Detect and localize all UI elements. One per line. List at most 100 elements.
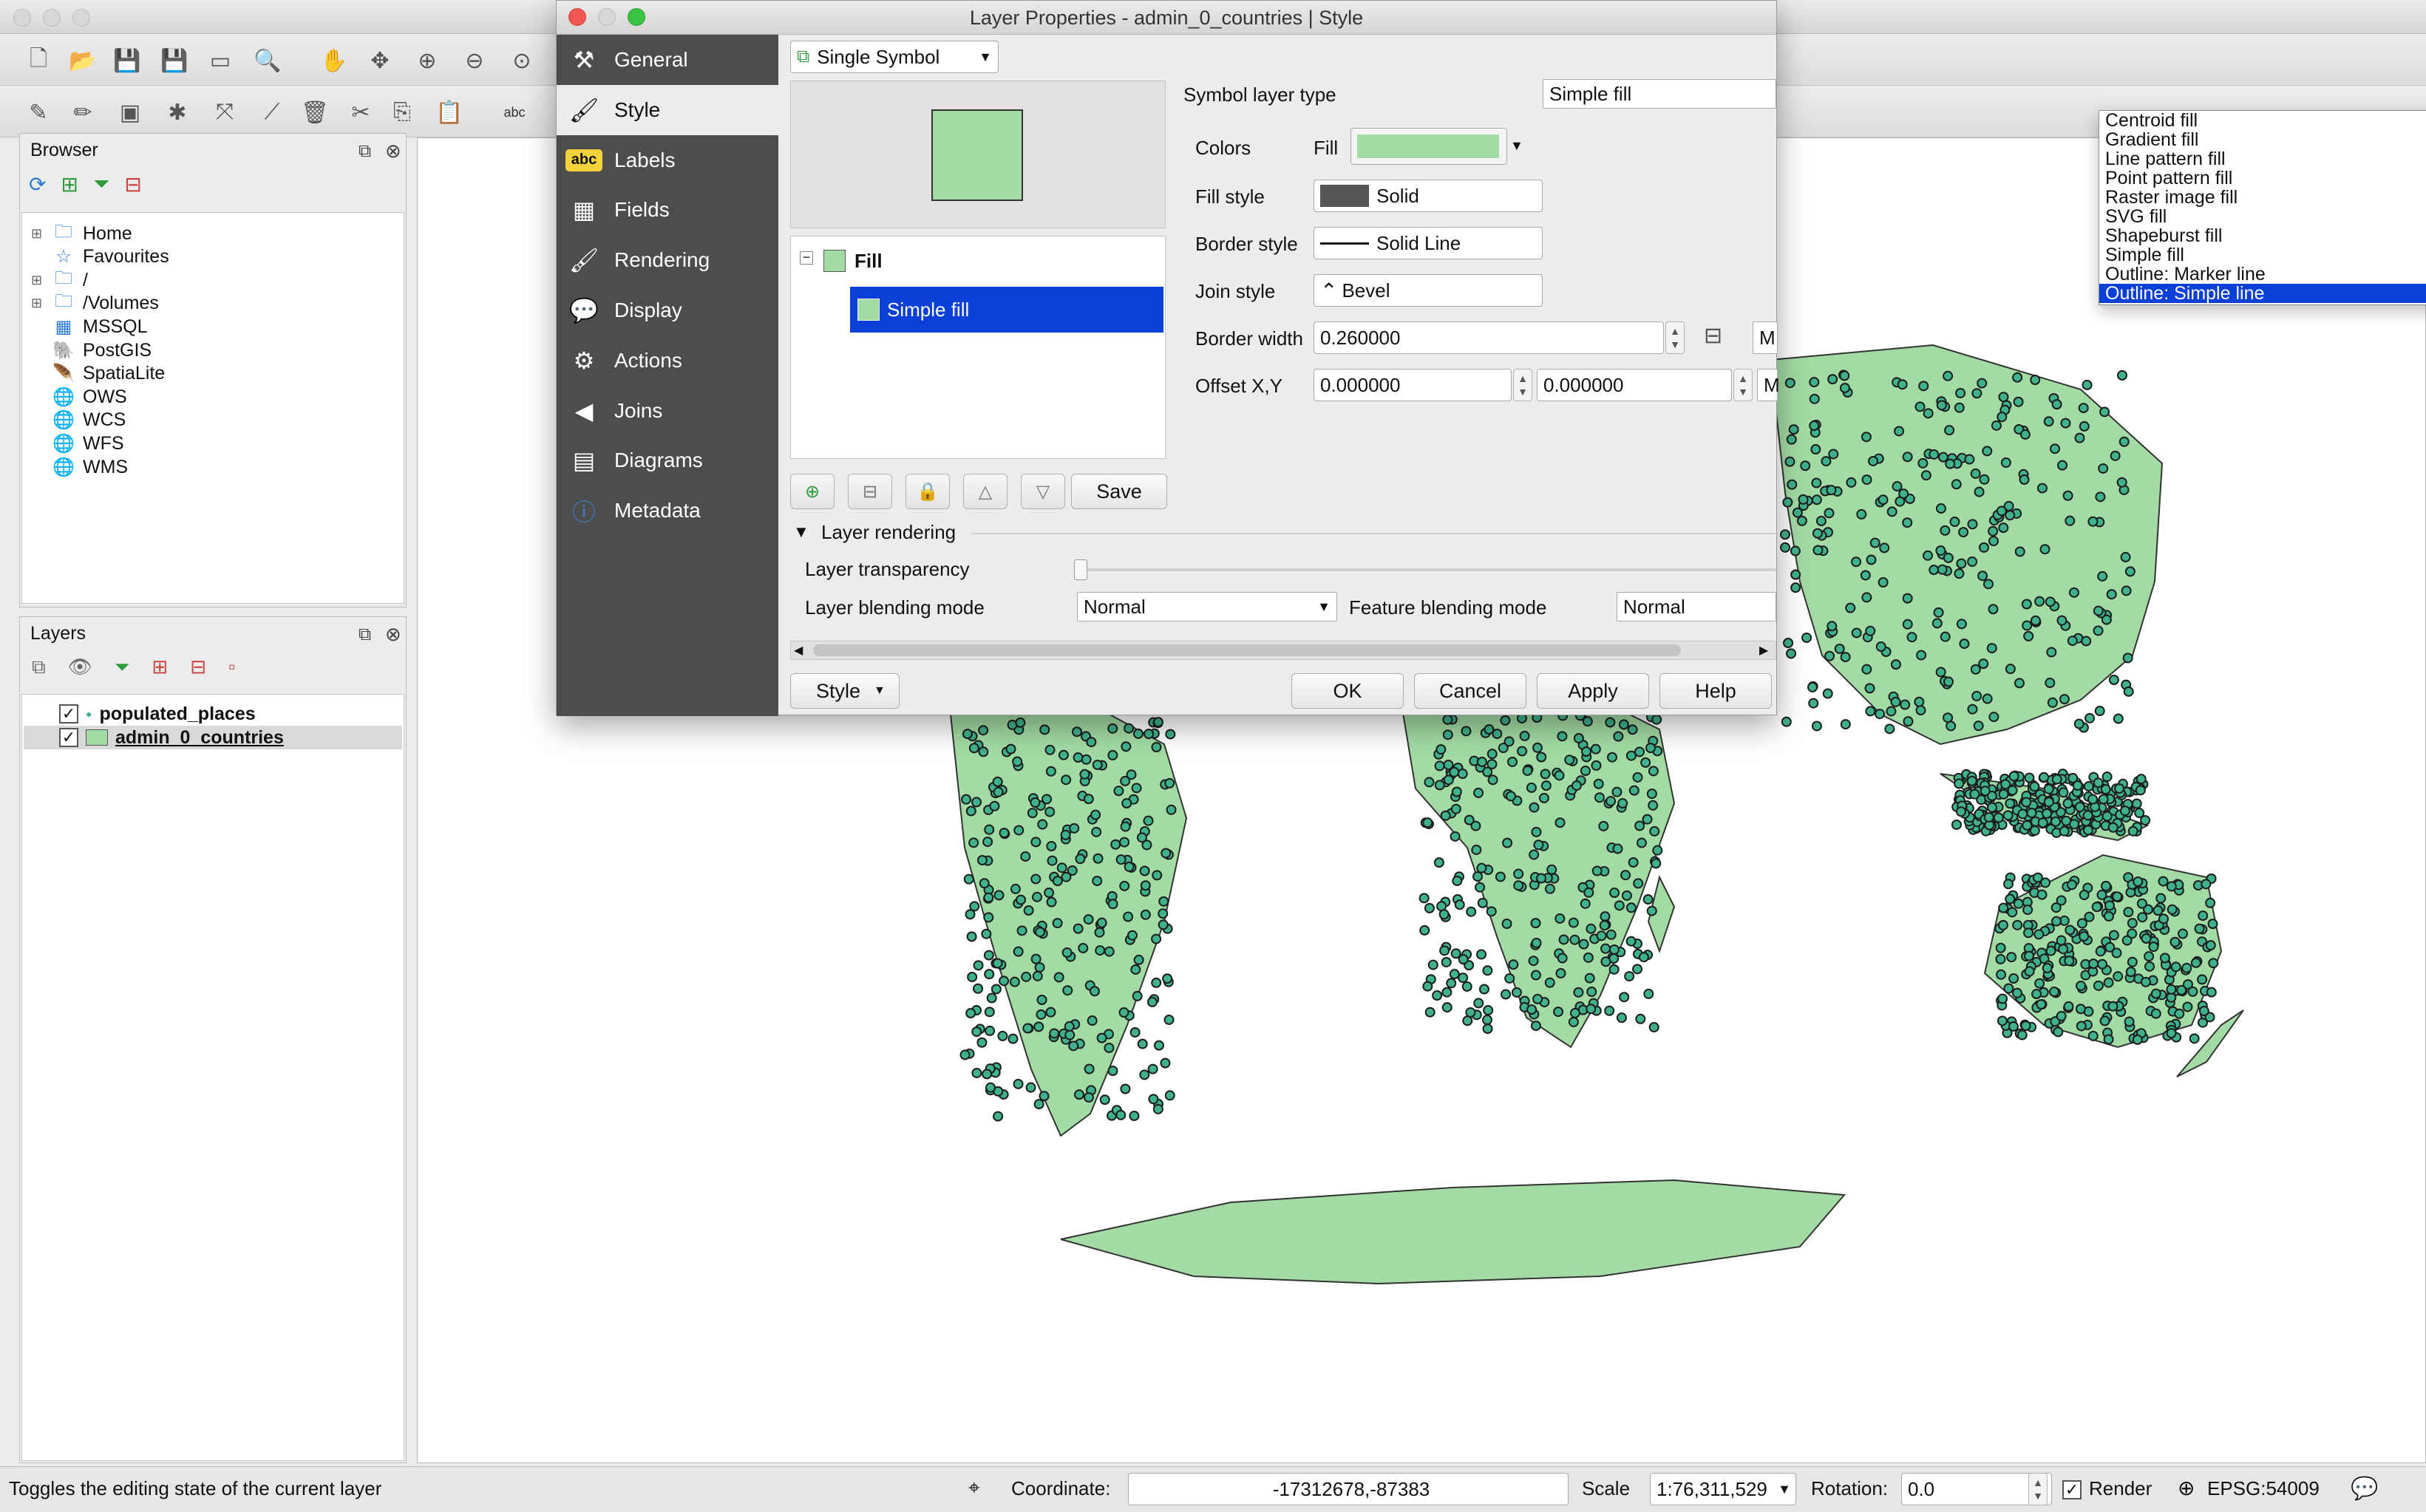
- data-defined-icon[interactable]: ⊟: [1704, 323, 1722, 349]
- dropdown-option[interactable]: Point pattern fill: [2099, 168, 2426, 188]
- save-project-icon[interactable]: 💾: [111, 44, 143, 77]
- browser-item[interactable]: 🌐 WCS: [31, 409, 126, 432]
- pan-map-icon[interactable]: ✋: [318, 44, 350, 77]
- add-symbol-layer-button[interactable]: ⊕: [790, 474, 835, 509]
- move-up-button[interactable]: △: [963, 474, 1008, 509]
- lock-layer-button[interactable]: 🔒: [905, 474, 950, 509]
- crs-label[interactable]: EPSG:54009: [2207, 1477, 2320, 1500]
- open-project-icon[interactable]: 📂: [67, 44, 99, 77]
- filter-icon[interactable]: ⏷: [93, 172, 109, 197]
- fill-color-menu-icon[interactable]: ▼: [1510, 138, 1523, 154]
- dropdown-option[interactable]: Outline: Marker line: [2099, 265, 2426, 284]
- ok-button[interactable]: OK: [1291, 673, 1404, 709]
- sidebar-item-style[interactable]: 🖌 Style: [557, 84, 778, 135]
- close-window-button[interactable]: [13, 9, 31, 27]
- cancel-button[interactable]: Cancel: [1414, 673, 1526, 709]
- manage-layers-icon[interactable]: ⧉: [32, 655, 46, 679]
- fill-style-combo[interactable]: Solid: [1314, 180, 1543, 212]
- remove-layer-icon[interactable]: ▫: [228, 655, 235, 679]
- layer-rendering-label[interactable]: Layer rendering: [821, 521, 956, 544]
- layer-blending-combo[interactable]: Normal ▼: [1077, 592, 1337, 622]
- messages-icon[interactable]: 💬: [2351, 1476, 2378, 1502]
- zoom-in-icon[interactable]: ⊕: [411, 44, 444, 77]
- collapse-all-icon[interactable]: ⊟: [124, 172, 141, 197]
- offset-unit-combo[interactable]: M: [1757, 369, 1780, 401]
- mouse-pointer-icon[interactable]: ⌖: [968, 1476, 980, 1500]
- new-project-icon[interactable]: 🗋: [22, 44, 55, 77]
- collapse-all-layers-icon[interactable]: ⊟: [190, 655, 206, 679]
- join-style-combo[interactable]: ⌃ Bevel: [1314, 274, 1543, 307]
- coordinate-field[interactable]: -17312678,-87383: [1128, 1473, 1569, 1505]
- dropdown-option[interactable]: Raster image fill: [2099, 188, 2426, 207]
- browser-item[interactable]: 🪶 SpatiaLite: [31, 362, 165, 386]
- scale-combo[interactable]: 1:76,311,529 ▼: [1650, 1473, 1796, 1505]
- layer-row-admin-0-countries[interactable]: ✓ admin_0_countries: [24, 726, 402, 749]
- minimize-window-button[interactable]: [43, 9, 61, 27]
- toggle-editing-icon[interactable]: ✏: [67, 96, 99, 129]
- fill-node[interactable]: Fill: [854, 250, 883, 273]
- layer-visibility-checkbox[interactable]: ✓: [59, 704, 78, 723]
- browser-item[interactable]: 🌐 WMS: [31, 455, 128, 479]
- label-toolbar-icon[interactable]: abc: [498, 96, 531, 129]
- pan-to-selection-icon[interactable]: ✥: [364, 44, 396, 77]
- remove-symbol-layer-button[interactable]: ⊟: [848, 474, 892, 509]
- offset-y-field[interactable]: 0.000000: [1537, 369, 1732, 401]
- simple-fill-node[interactable]: Simple fill: [850, 287, 1163, 333]
- layer-visibility-checkbox[interactable]: ✓: [59, 728, 78, 747]
- layer-row-populated-places[interactable]: ✓ ● populated_places: [59, 702, 256, 726]
- browser-item[interactable]: ⊞ 🗀 /Volumes: [31, 291, 159, 316]
- sidebar-item-general[interactable]: ⚒ General: [557, 35, 778, 85]
- move-feature-icon[interactable]: ⤧: [208, 96, 241, 129]
- horizontal-scrollbar[interactable]: ◀ ▶: [790, 641, 1776, 660]
- crs-icon[interactable]: ⊕: [2178, 1476, 2195, 1500]
- zoom-window-button[interactable]: [72, 9, 90, 27]
- sidebar-item-rendering[interactable]: 🖌 Rendering: [557, 235, 778, 285]
- dropdown-option[interactable]: Simple fill: [2099, 245, 2426, 265]
- dropdown-option[interactable]: Outline: Simple line: [2099, 284, 2426, 303]
- save-edits-icon[interactable]: ▣: [114, 96, 146, 129]
- render-checkbox[interactable]: ✓: [2062, 1480, 2082, 1499]
- offset-y-stepper[interactable]: ▲ ▼: [1733, 369, 1753, 401]
- save-as-icon[interactable]: 💾: [158, 44, 191, 77]
- close-panel-icon[interactable]: ⊗: [385, 140, 401, 163]
- browser-item[interactable]: ▦ MSSQL: [31, 315, 148, 338]
- sidebar-item-metadata[interactable]: ⓘ Metadata: [557, 486, 778, 536]
- symbol-layer-type-combo[interactable]: Simple fill: [1543, 79, 1776, 109]
- width-unit-combo[interactable]: M: [1753, 321, 1778, 354]
- dropdown-option[interactable]: SVG fill: [2099, 207, 2426, 226]
- offset-x-field[interactable]: 0.000000: [1314, 369, 1512, 401]
- dialog-close-button[interactable]: [568, 8, 586, 26]
- sidebar-item-fields[interactable]: ▦ Fields: [557, 185, 778, 235]
- feature-blending-combo[interactable]: Normal: [1617, 592, 1776, 622]
- offset-x-stepper[interactable]: ▲ ▼: [1513, 369, 1532, 401]
- expand-triangle-icon[interactable]: ▼: [793, 522, 809, 542]
- transparency-slider-track[interactable]: [1074, 568, 1776, 571]
- dropdown-option[interactable]: Shapeburst fill: [2099, 226, 2426, 245]
- close-layers-panel-icon[interactable]: ⊗: [385, 623, 401, 646]
- fill-color-button[interactable]: [1350, 128, 1507, 165]
- float-panel-icon[interactable]: ⧉: [359, 141, 371, 162]
- move-down-button[interactable]: ▽: [1021, 474, 1065, 509]
- browser-item[interactable]: 🐘 PostGIS: [31, 338, 152, 362]
- refresh-icon[interactable]: ⟳: [29, 172, 46, 197]
- delete-selected-icon[interactable]: 🗑: [299, 96, 331, 129]
- collapse-icon[interactable]: −: [800, 251, 813, 265]
- sidebar-item-actions[interactable]: ⚙ Actions: [557, 336, 778, 386]
- border-style-combo[interactable]: Solid Line: [1314, 227, 1543, 259]
- dialog-zoom-button[interactable]: [628, 8, 645, 26]
- dropdown-option[interactable]: Gradient fill: [2099, 130, 2426, 149]
- current-edits-icon[interactable]: ✎: [22, 96, 55, 129]
- sidebar-item-labels[interactable]: abc Labels: [557, 135, 778, 185]
- zoom-out-icon[interactable]: ⊖: [458, 44, 491, 77]
- rotation-stepper[interactable]: ▲ ▼: [2028, 1473, 2048, 1505]
- visibility-icon[interactable]: 👁: [68, 655, 92, 679]
- scroll-left-icon[interactable]: ◀: [794, 643, 803, 658]
- add-selected-layer-icon[interactable]: ⊞: [61, 172, 78, 197]
- browser-item[interactable]: ⊞ 🗀 Home: [31, 222, 132, 245]
- renderer-combo[interactable]: ⧉ Single Symbol ▼: [790, 41, 999, 73]
- save-symbol-button[interactable]: Save: [1071, 474, 1167, 509]
- sidebar-item-joins[interactable]: ◀ Joins: [557, 386, 778, 436]
- scrollbar-thumb[interactable]: [813, 644, 1681, 656]
- expand-icon[interactable]: ⊞: [31, 273, 44, 288]
- expand-icon[interactable]: ⊞: [31, 226, 44, 242]
